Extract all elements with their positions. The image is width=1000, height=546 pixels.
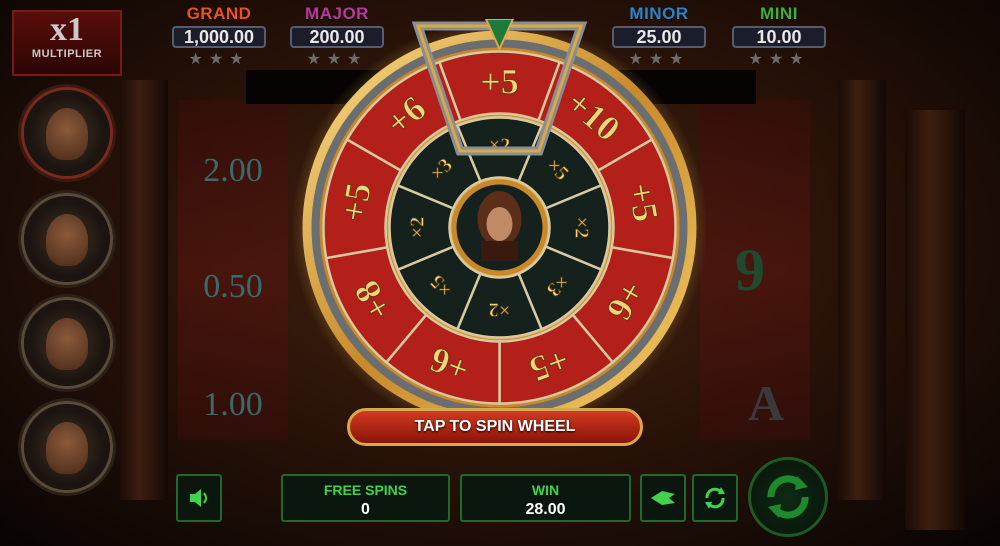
jackpot-grand-value: 1,000.00 [172, 26, 266, 48]
spin-button[interactable] [748, 457, 828, 537]
turbo-button[interactable] [640, 474, 686, 522]
free-spins-value: 0 [361, 501, 370, 518]
free-spins-panel: FREE SPINS 0 [281, 474, 450, 522]
jackpot-mini: MINI 10.00 ★★★ [732, 4, 826, 69]
multiplier-box: x1 MULTIPLIER [12, 10, 122, 76]
turbo-icon [651, 491, 675, 505]
jackpot-mini-name: MINI [760, 4, 798, 23]
free-spins-label: FREE SPINS [323, 482, 408, 498]
reel-symbol-ace: A [748, 375, 785, 431]
reel-value-1: 2.00 [203, 152, 263, 189]
multiplier-value: x1 [50, 11, 84, 48]
jackpot-mini-stars: ★★★ [748, 51, 810, 68]
spin-icon [767, 475, 809, 519]
speaker-icon [190, 489, 207, 507]
reel-value-2: 0.50 [203, 268, 263, 305]
hero-coin-1 [24, 90, 110, 176]
hero-coin-4 [24, 404, 110, 490]
hero-coin-2 [24, 196, 110, 282]
bonus-wheel[interactable]: +5+10+5+6+5+6+8+5+6 ×2×5×2×3×2×5×2×3 [291, 19, 708, 436]
hero-portrait [46, 214, 88, 266]
wheel-hub-portrait [477, 191, 522, 261]
hero-portrait [46, 422, 88, 474]
autoplay-icon [705, 487, 725, 509]
jackpot-grand-stars: ★★★ [188, 51, 250, 68]
spin-wheel-button[interactable]: TAP TO SPIN WHEEL [347, 408, 643, 446]
hero-portrait [46, 318, 88, 370]
wheel-inner-label: ×2 [571, 217, 593, 238]
win-panel: WIN 28.00 [460, 474, 631, 522]
win-label: WIN [531, 482, 560, 498]
left-pillar [120, 80, 168, 500]
reel-value-3: 1.00 [203, 386, 263, 423]
right-pillar [838, 80, 886, 500]
sound-button[interactable] [176, 474, 222, 522]
hero-portrait [46, 108, 88, 160]
wheel-inner-label: ×2 [489, 299, 510, 321]
hero-coin-3 [24, 300, 110, 386]
multiplier-label: MULTIPLIER [31, 48, 103, 60]
win-value: 28.00 [525, 501, 566, 518]
jackpot-grand-name: GRAND [186, 4, 252, 23]
autoplay-button[interactable] [692, 474, 738, 522]
wheel-outer-label: +5 [333, 180, 379, 225]
jackpot-grand: GRAND 1,000.00 ★★★ [172, 4, 266, 69]
wheel-outer-label: +5 [480, 62, 519, 102]
wheel-outer-label: +5 [620, 180, 666, 225]
right-pillar-far [905, 110, 965, 530]
wheel-inner-label: ×2 [407, 217, 429, 238]
reel-symbol-nine: 9 [735, 237, 765, 303]
jackpot-mini-value: 10.00 [732, 26, 826, 48]
